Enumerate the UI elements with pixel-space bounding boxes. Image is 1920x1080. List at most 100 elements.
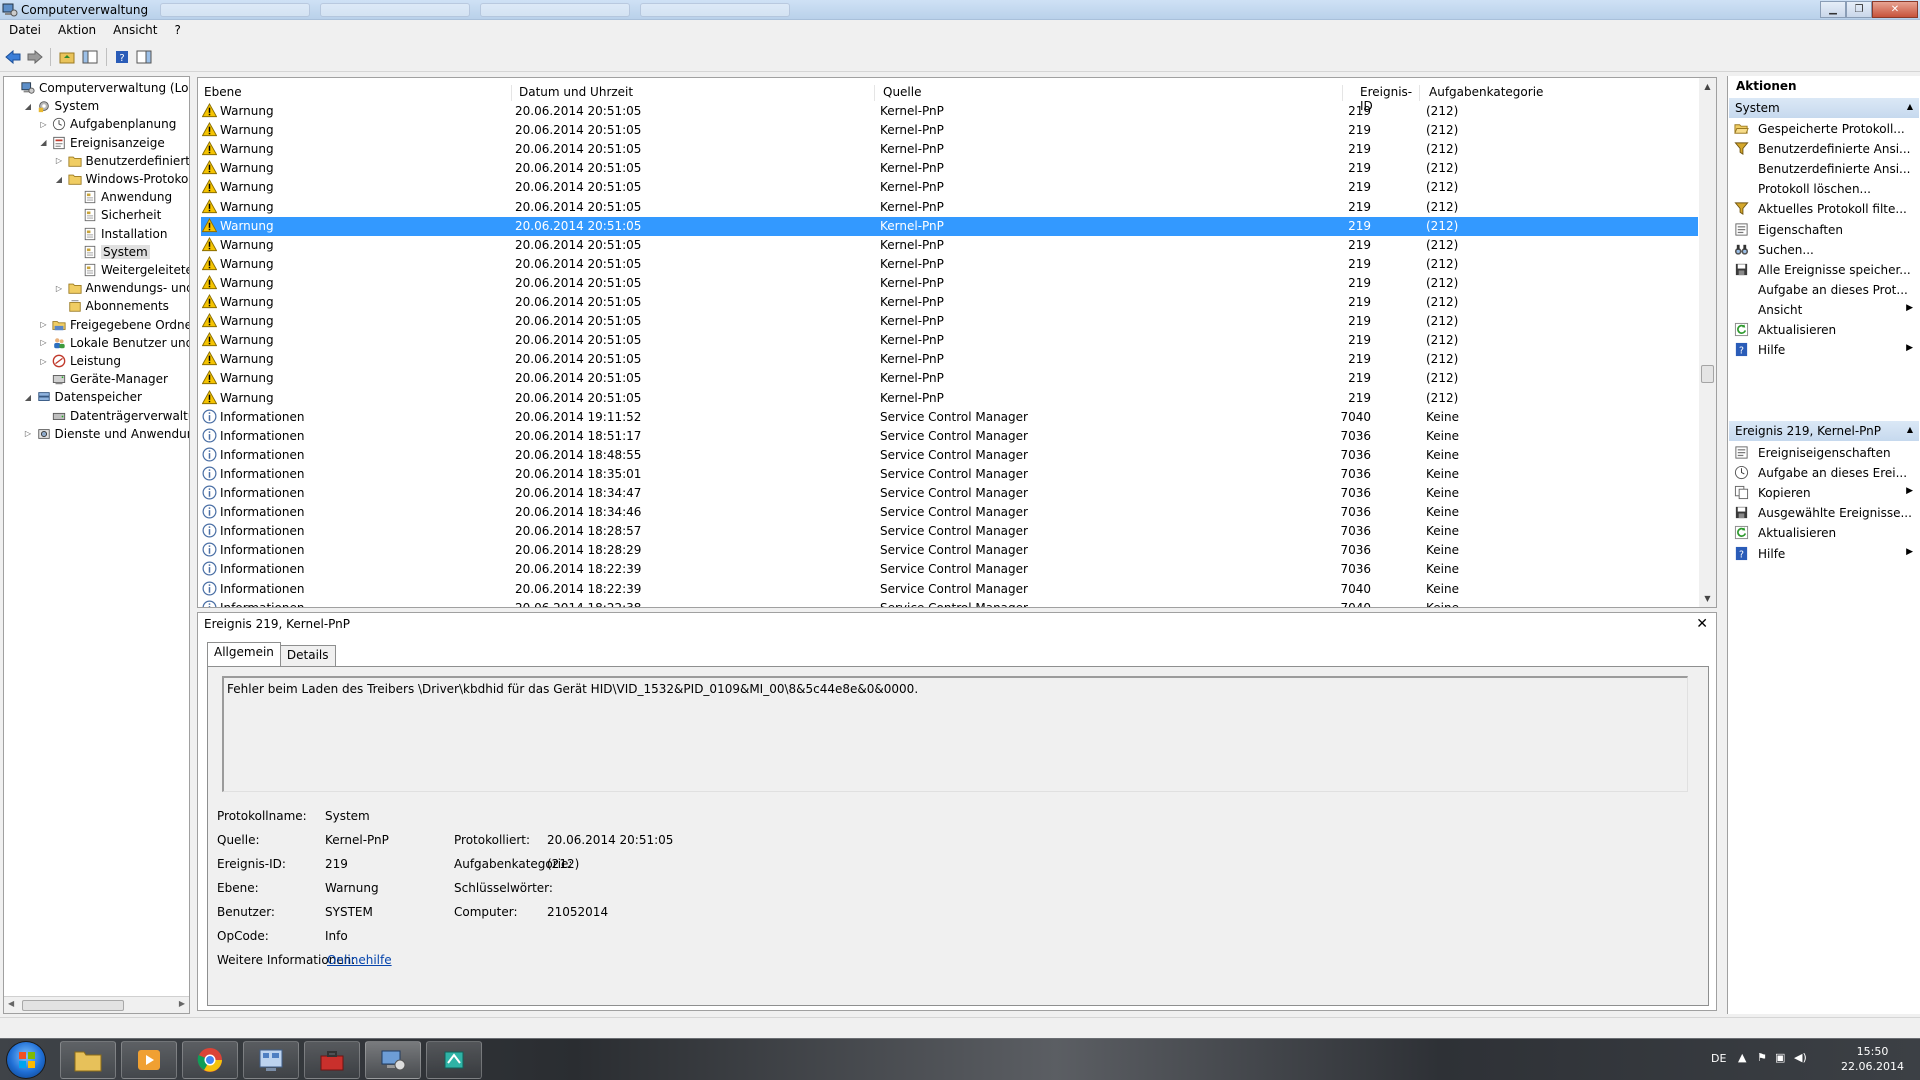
event-row[interactable]: Informationen 20.06.2014 18:22:38 Service …: [201, 599, 1698, 607]
collapse-icon[interactable]: ◢: [24, 393, 33, 402]
event-row[interactable]: Warnung 20.06.2014 20:51:05 Kernel-PnP 219 (…: [201, 350, 1698, 369]
column-header-event-id[interactable]: Ereignis-ID: [1360, 85, 1420, 113]
minimize-button[interactable]: ▁: [1820, 1, 1846, 18]
event-row[interactable]: Informationen 20.06.2014 18:48:55 Service …: [201, 446, 1698, 465]
event-row[interactable]: Informationen 20.06.2014 18:34:47 Service …: [201, 484, 1698, 503]
event-row[interactable]: Informationen 20.06.2014 18:51:17 Service …: [201, 427, 1698, 446]
action-item[interactable]: Aufgabe an dieses Prot...: [1728, 280, 1920, 300]
event-row[interactable]: Warnung 20.06.2014 20:51:05 Kernel-PnP 219 (…: [201, 331, 1698, 350]
tree-node[interactable]: System: [70, 243, 150, 261]
tree-node[interactable]: ▷ Freigegebene Ordner: [39, 316, 189, 334]
menu-help[interactable]: ?: [165, 20, 188, 40]
tree-node[interactable]: Computerverwaltung (Lokal): [8, 79, 189, 97]
event-row[interactable]: Warnung 20.06.2014 20:51:05 Kernel-PnP 219 (…: [201, 140, 1698, 159]
action-item[interactable]: Aufgabe an dieses Erei...: [1728, 463, 1920, 483]
action-item[interactable]: Ansicht ▶: [1728, 300, 1920, 320]
menu-datei[interactable]: Datei: [0, 20, 49, 40]
action-item[interactable]: Aktualisieren: [1728, 320, 1920, 340]
scroll-down-icon[interactable]: ▼: [1699, 590, 1716, 607]
actions-section-system[interactable]: System ▲: [1729, 98, 1919, 118]
taskbar-chrome[interactable]: [182, 1041, 238, 1079]
tree-node[interactable]: ▷ Benutzerdefinierte A: [55, 152, 189, 170]
up-level-button[interactable]: [57, 48, 77, 66]
event-list-vertical-scrollbar[interactable]: ▲ ▼: [1699, 78, 1716, 607]
menu-ansicht[interactable]: Ansicht: [104, 20, 165, 40]
tree-node[interactable]: Geräte-Manager: [39, 370, 168, 388]
event-row[interactable]: Informationen 20.06.2014 18:35:01 Service …: [201, 465, 1698, 484]
event-row[interactable]: Warnung 20.06.2014 20:51:05 Kernel-PnP 219 (…: [201, 255, 1698, 274]
tree-node[interactable]: ▷ Leistung: [39, 352, 121, 370]
expand-icon[interactable]: ▷: [39, 338, 48, 347]
actions-section-event[interactable]: Ereignis 219, Kernel-PnP ▲: [1729, 421, 1919, 441]
tree-horizontal-scrollbar[interactable]: ◀ ▶: [4, 996, 189, 1013]
collapse-icon[interactable]: ◢: [55, 175, 64, 184]
action-item[interactable]: Ausgewählte Ereignisse...: [1728, 503, 1920, 523]
action-item[interactable]: Aktualisieren: [1728, 523, 1920, 543]
start-button[interactable]: [6, 1041, 46, 1079]
taskbar-control-panel[interactable]: [243, 1041, 299, 1079]
show-hide-tree-button[interactable]: [80, 48, 100, 66]
language-indicator[interactable]: DE: [1711, 1052, 1726, 1065]
taskbar-clock[interactable]: 15:50 22.06.2014: [1841, 1044, 1904, 1074]
event-row[interactable]: Warnung 20.06.2014 20:51:05 Kernel-PnP 219 (…: [201, 198, 1698, 217]
tab-details[interactable]: Details: [279, 645, 336, 666]
event-row[interactable]: Warnung 20.06.2014 20:51:05 Kernel-PnP 219 (…: [201, 216, 1698, 236]
close-button[interactable]: ✕: [1872, 1, 1918, 18]
tree-node[interactable]: ◢ System: [24, 97, 99, 115]
action-item[interactable]: Protokoll löschen...: [1728, 179, 1920, 199]
taskbar-tool-app[interactable]: [426, 1041, 482, 1079]
scroll-up-icon[interactable]: ▲: [1699, 78, 1716, 95]
tree-node[interactable]: ▷ Aufgabenplanung: [39, 115, 176, 133]
tree-node[interactable]: ▷ Dienste und Anwendungen: [24, 425, 189, 443]
action-item[interactable]: Alle Ereignisse speicher...: [1728, 260, 1920, 280]
event-row[interactable]: Informationen 20.06.2014 18:28:57 Service …: [201, 522, 1698, 541]
event-row[interactable]: Warnung 20.06.2014 20:51:05 Kernel-PnP 219 (…: [201, 369, 1698, 388]
event-row[interactable]: Informationen 20.06.2014 18:22:39 Service …: [201, 580, 1698, 599]
tree-node[interactable]: Sicherheit: [70, 206, 161, 224]
tree-node[interactable]: ◢ Datenspeicher: [24, 388, 142, 406]
tab-allgemein[interactable]: Allgemein: [207, 642, 281, 666]
expand-icon[interactable]: ▷: [39, 120, 48, 129]
tree-node[interactable]: Anwendung: [70, 188, 172, 206]
event-row[interactable]: Informationen 20.06.2014 18:28:29 Service …: [201, 541, 1698, 560]
event-row[interactable]: Warnung 20.06.2014 20:51:05 Kernel-PnP 219 (…: [201, 293, 1698, 312]
scroll-left-icon[interactable]: ◀: [8, 999, 14, 1008]
action-item[interactable]: Gespeicherte Protokoll...: [1728, 119, 1920, 139]
back-button[interactable]: [3, 48, 23, 66]
event-row[interactable]: Warnung 20.06.2014 20:51:05 Kernel-PnP 219 (…: [201, 159, 1698, 178]
show-action-pane-button[interactable]: [134, 48, 154, 66]
action-item[interactable]: Benutzerdefinierte Ansi...: [1728, 159, 1920, 179]
expand-icon[interactable]: ▷: [39, 357, 48, 366]
action-item[interactable]: ? Hilfe ▶: [1728, 340, 1920, 360]
collapse-icon[interactable]: ◢: [39, 138, 48, 147]
expand-icon[interactable]: ▷: [55, 284, 64, 293]
volume-icon[interactable]: ◀): [1794, 1051, 1808, 1065]
tree-node[interactable]: ◢ Windows-Protokolle: [55, 170, 189, 188]
tree-node[interactable]: ▷ Anwendungs- und D: [55, 279, 189, 297]
action-center-flag-icon[interactable]: ⚑: [1757, 1051, 1771, 1065]
collapse-icon[interactable]: ◢: [24, 102, 33, 111]
event-row[interactable]: Informationen 20.06.2014 18:22:39 Service …: [201, 560, 1698, 579]
column-header-date[interactable]: Datum und Uhrzeit: [519, 85, 875, 101]
taskbar-toolbox[interactable]: [304, 1041, 360, 1079]
action-item[interactable]: Aktuelles Protokoll filte...: [1728, 199, 1920, 219]
event-row[interactable]: Warnung 20.06.2014 20:51:05 Kernel-PnP 219 (…: [201, 121, 1698, 140]
scrollbar-thumb[interactable]: [22, 1000, 124, 1011]
action-item[interactable]: Benutzerdefinierte Ansi...: [1728, 139, 1920, 159]
close-detail-icon[interactable]: ✕: [1696, 616, 1708, 632]
action-item[interactable]: Suchen...: [1728, 240, 1920, 260]
action-item[interactable]: Eigenschaften: [1728, 220, 1920, 240]
tray-expand-icon[interactable]: ▲: [1738, 1051, 1752, 1065]
action-item[interactable]: ? Hilfe ▶: [1728, 544, 1920, 564]
event-row[interactable]: Warnung 20.06.2014 20:51:05 Kernel-PnP 219 (…: [201, 389, 1698, 408]
help-button[interactable]: ?: [112, 48, 132, 66]
expand-icon[interactable]: ▷: [39, 320, 48, 329]
menu-aktion[interactable]: Aktion: [49, 20, 104, 40]
tree-node[interactable]: Abonnements: [55, 297, 169, 315]
tree-node[interactable]: ◢ Ereignisanzeige: [39, 134, 164, 152]
column-header-level[interactable]: Ebene: [204, 85, 512, 101]
tree-node[interactable]: Datenträgerverwaltung: [39, 407, 189, 425]
scroll-right-icon[interactable]: ▶: [179, 999, 185, 1008]
column-header-task-category[interactable]: Aufgabenkategorie: [1429, 85, 1679, 101]
event-row[interactable]: Warnung 20.06.2014 20:51:05 Kernel-PnP 219 (…: [201, 236, 1698, 255]
